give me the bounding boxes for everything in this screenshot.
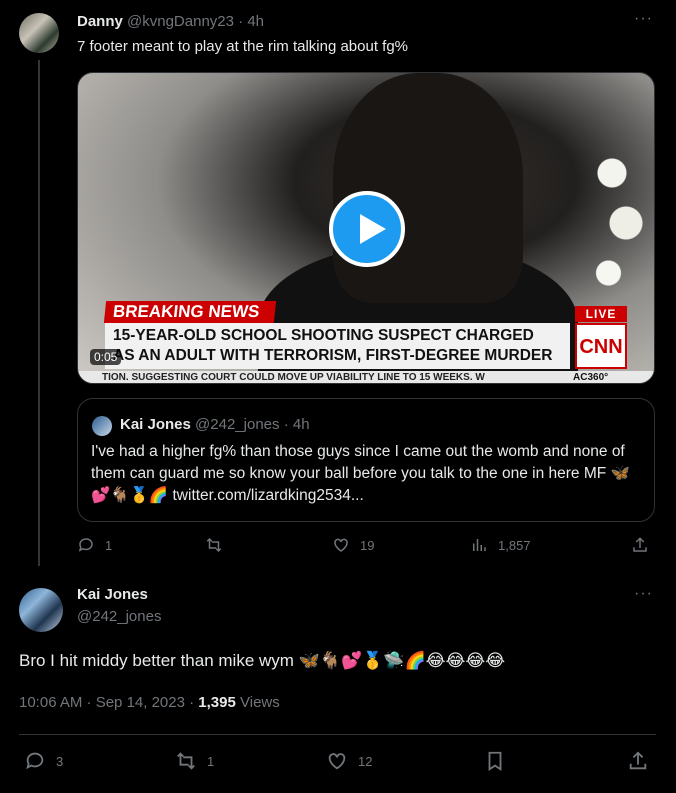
show-label: AC360° — [573, 372, 609, 383]
breaking-news-label: BREAKING NEWS — [103, 301, 277, 323]
more-icon[interactable]: ··· — [634, 10, 653, 28]
ticker-text: TION. SUGGESTING COURT COULD MOVE UP VIA… — [102, 372, 485, 383]
like-button[interactable]: 19 — [332, 536, 374, 554]
news-headline: 15-YEAR-OLD SCHOOL SHOOTING SUSPECT CHAR… — [105, 323, 570, 369]
video-frame — [333, 73, 523, 303]
network-logo: CNN — [575, 323, 627, 369]
avatar — [92, 416, 112, 436]
like-icon — [328, 753, 346, 770]
video-player[interactable]: BREAKING NEWS LIVE 15-YEAR-OLD SCHOOL SH… — [77, 72, 655, 384]
video-duration: 0:05 — [90, 349, 122, 365]
quoted-header: Kai Jones @242_jones · 4h — [120, 416, 310, 433]
news-ticker: TION. SUGGESTING COURT COULD MOVE UP VIA… — [78, 371, 654, 383]
tweet-header: Danny @kvngDanny23 · 4h — [77, 13, 264, 30]
quoted-tweet[interactable]: Kai Jones @242_jones · 4h I've had a hig… — [77, 398, 655, 522]
bookmark-button[interactable] — [484, 750, 506, 772]
like-count: 12 — [358, 753, 373, 769]
like-icon — [334, 538, 348, 552]
quoted-time: · 4h — [283, 416, 310, 433]
play-icon[interactable] — [329, 191, 405, 267]
reply-text: Bro I hit middy better than mike wym 🦋🐐💕… — [19, 651, 506, 670]
reply-icon — [78, 538, 93, 552]
quoted-text: I've had a higher fg% than those guys si… — [91, 443, 630, 504]
tweet-text: 7 footer meant to play at the rim talkin… — [77, 38, 409, 55]
retweet-button[interactable] — [205, 536, 223, 554]
divider — [19, 734, 656, 735]
reply-count: 3 — [56, 753, 64, 769]
author-name[interactable]: Danny — [77, 13, 123, 30]
reply-author-name[interactable]: Kai Jones — [77, 586, 148, 603]
tweet-time[interactable]: · 4h — [238, 13, 264, 30]
views-count: 1,395 — [198, 694, 236, 711]
retweet-icon — [177, 752, 195, 770]
tweet-meta: 10:06 AM · Sep 14, 2023 · 1,395 Views — [19, 694, 280, 711]
retweet-button[interactable]: 1 — [175, 750, 214, 772]
reply-count: 1 — [105, 537, 113, 553]
headline-line: AS AN ADULT WITH TERRORISM, FIRST-DEGREE… — [113, 347, 553, 364]
reply-icon — [26, 752, 44, 770]
avatar[interactable] — [19, 588, 63, 632]
live-label: LIVE — [575, 306, 627, 322]
like-button[interactable]: 12 — [326, 750, 372, 772]
more-icon[interactable]: ··· — [634, 585, 653, 603]
thread-line — [38, 60, 40, 566]
tweet-timestamp[interactable]: 10:06 AM · Sep 14, 2023 · — [19, 694, 194, 711]
bookmark-icon — [488, 751, 502, 771]
share-button[interactable] — [631, 536, 649, 554]
like-count: 19 — [360, 537, 375, 553]
share-icon — [633, 537, 647, 552]
views-icon — [473, 539, 486, 551]
retweet-icon — [206, 537, 222, 553]
avatar[interactable] — [19, 13, 59, 53]
quoted-author-name: Kai Jones — [120, 416, 191, 433]
retweet-count: 1 — [207, 753, 215, 769]
views-count: 1,857 — [498, 537, 531, 553]
reply-author-handle[interactable]: @242_jones — [77, 608, 161, 625]
share-button[interactable] — [627, 750, 649, 772]
quoted-author-handle: @242_jones — [195, 416, 280, 433]
reply-button[interactable]: 3 — [24, 750, 63, 772]
video-frame — [584, 113, 654, 313]
share-icon — [629, 751, 647, 770]
author-handle[interactable]: @kvngDanny23 — [127, 13, 234, 30]
reply-button[interactable]: 1 — [77, 536, 112, 554]
views-label: Views — [240, 694, 280, 711]
views-button[interactable]: 1,857 — [470, 536, 531, 554]
headline-line: 15-YEAR-OLD SCHOOL SHOOTING SUSPECT CHAR… — [113, 327, 534, 344]
